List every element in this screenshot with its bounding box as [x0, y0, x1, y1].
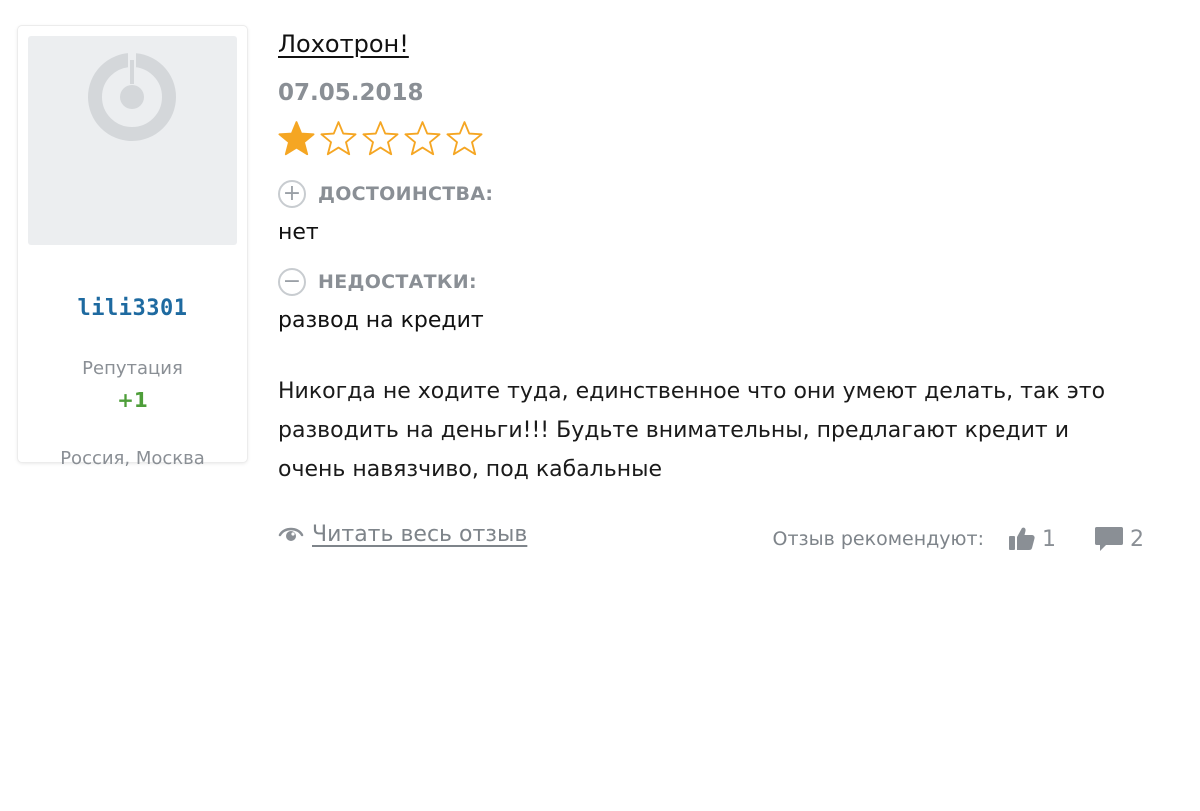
review-body: Никогда не ходите туда, единственное что… — [278, 372, 1168, 489]
cons-header: − НЕДОСТАТКИ: — [278, 268, 477, 296]
author-username[interactable]: lili3301 — [18, 296, 247, 321]
star-empty-icon — [446, 121, 483, 156]
author-card: lili3301 Репутация +1 Россия, Москва — [18, 26, 247, 469]
pros-text: нет — [278, 220, 319, 245]
comment-icon[interactable] — [1094, 526, 1124, 552]
recommend-bar: Отзыв рекомендуют: 1 2 — [772, 526, 1144, 552]
plus-circle-icon: + — [278, 180, 306, 208]
reputation-label: Репутация — [82, 358, 183, 379]
review-title[interactable]: Лохотрон! — [278, 30, 409, 58]
review-date: 07.05.2018 — [278, 80, 424, 106]
star-empty-icon — [320, 121, 357, 156]
recommend-label: Отзыв рекомендуют: — [772, 528, 984, 550]
reputation-value: +1 — [117, 388, 148, 412]
comments-count: 2 — [1130, 526, 1144, 552]
cons-label: НЕДОСТАТКИ: — [318, 271, 477, 293]
star-empty-icon — [404, 121, 441, 156]
avatar[interactable] — [28, 36, 237, 245]
pros-label: ДОСТОИНСТВА: — [318, 183, 494, 205]
review-body-line: разводить на деньги!!! Будьте внимательн… — [278, 418, 1070, 443]
thumbs-up-icon[interactable] — [1008, 526, 1036, 552]
pros-header: + ДОСТОИНСТВА: — [278, 180, 493, 208]
cons-text: развод на кредит — [278, 308, 484, 333]
default-avatar-icon — [88, 52, 176, 141]
read-more[interactable]: Читать весь отзыв — [278, 522, 527, 547]
likes-count: 1 — [1042, 526, 1056, 552]
eye-icon — [278, 527, 304, 541]
author-location: Россия, Москва — [60, 448, 205, 469]
star-filled-icon — [278, 121, 315, 156]
review-body-line: Никогда не ходите туда, единственное что… — [278, 379, 1106, 404]
star-empty-icon — [362, 121, 399, 156]
read-more-link[interactable]: Читать весь отзыв — [312, 522, 527, 547]
rating-stars — [278, 120, 483, 156]
review-body-line: очень навязчиво, под кабальные — [278, 457, 662, 482]
minus-circle-icon: − — [278, 268, 306, 296]
